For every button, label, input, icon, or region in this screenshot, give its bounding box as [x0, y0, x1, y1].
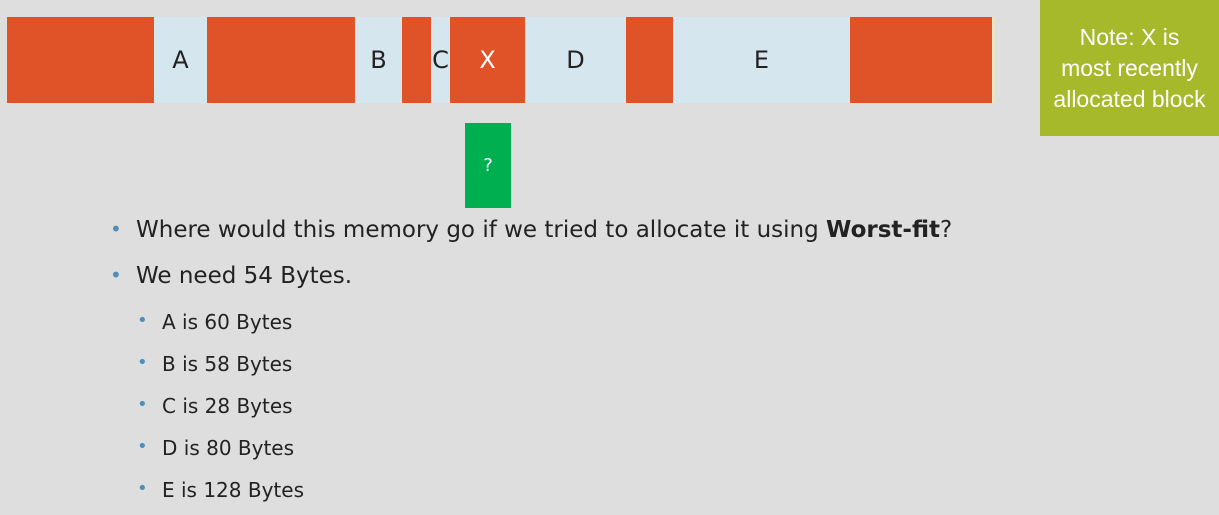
note-text: Note: X is most recently allocated block	[1053, 23, 1206, 112]
free-block-c: C	[431, 17, 450, 103]
allocated-block	[207, 17, 355, 103]
block-label: D	[566, 46, 585, 74]
allocated-block	[7, 17, 154, 103]
memory-end-marker	[992, 17, 995, 103]
allocated-block	[402, 17, 431, 103]
memory-bar: A B C X D E	[0, 0, 1219, 110]
bullet-size-e: • E is 128 Bytes	[137, 478, 304, 502]
free-block-e: E	[673, 17, 850, 103]
bullet-question: • Where would this memory go if we tried …	[110, 217, 953, 243]
size-text: A is 60 Bytes	[162, 310, 293, 334]
allocated-block-x: X	[450, 17, 525, 103]
bullet-size-a: • A is 60 Bytes	[137, 310, 293, 334]
size-text: C is 28 Bytes	[162, 394, 293, 418]
bullet-size-b: • B is 58 Bytes	[137, 352, 293, 376]
free-block-d: D	[525, 17, 626, 103]
bullet-dot: •	[137, 352, 148, 373]
bullet-dot: •	[137, 478, 148, 499]
block-label: C	[432, 46, 449, 74]
free-block-b: B	[355, 17, 402, 103]
bullet-size-c: • C is 28 Bytes	[137, 394, 293, 418]
bullet-dot: •	[110, 263, 122, 287]
allocated-block	[850, 17, 992, 103]
block-label: E	[753, 46, 770, 74]
request-label: ?	[483, 155, 493, 176]
bullet-dot: •	[137, 394, 148, 415]
question-mark: ?	[940, 217, 953, 243]
request-block: ?	[465, 123, 511, 208]
question-text: Where would this memory go if we tried t…	[136, 217, 827, 243]
size-text: B is 58 Bytes	[162, 352, 293, 376]
question-emphasis: Worst-fit	[826, 217, 941, 243]
bullet-dot: •	[137, 310, 148, 331]
size-text: D is 80 Bytes	[162, 436, 295, 460]
allocated-block	[626, 17, 673, 103]
note-box: Note: X is most recently allocated block	[1040, 0, 1219, 136]
need-text: We need 54 Bytes.	[136, 263, 353, 289]
bullet-dot: •	[137, 436, 148, 457]
bullet-need: • We need 54 Bytes.	[110, 263, 353, 289]
block-label: B	[370, 46, 387, 74]
bullet-dot: •	[110, 217, 122, 241]
block-label: A	[172, 46, 189, 74]
free-block-a: A	[154, 17, 207, 103]
bullet-size-d: • D is 80 Bytes	[137, 436, 295, 460]
size-text: E is 128 Bytes	[162, 478, 304, 502]
block-label: X	[479, 46, 496, 74]
